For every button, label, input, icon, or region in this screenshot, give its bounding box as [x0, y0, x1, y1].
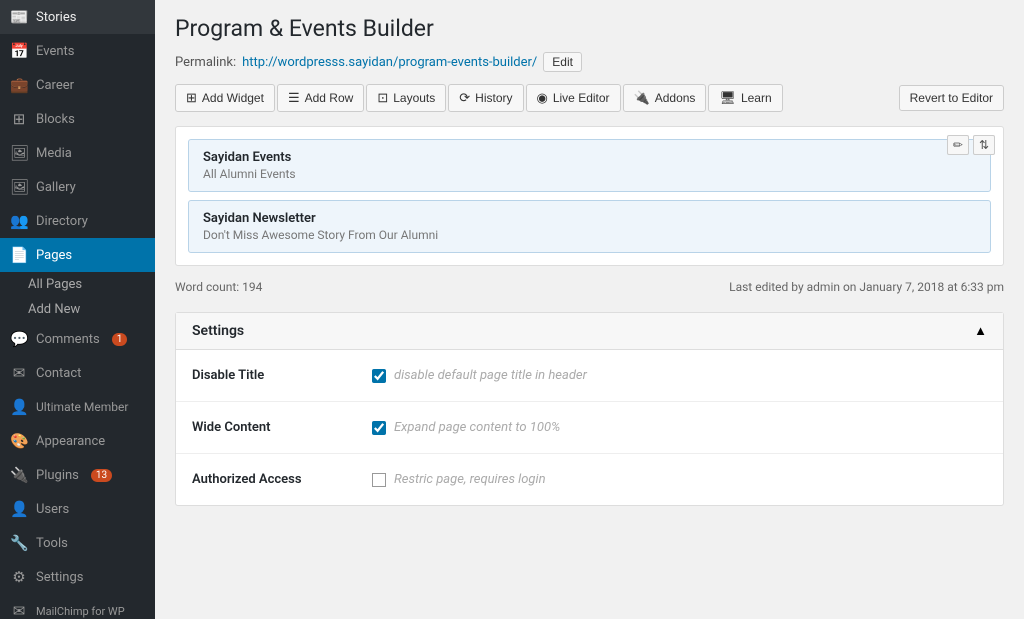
sidebar-item-career[interactable]: 💼 Career: [0, 68, 155, 102]
comments-badge: 1: [112, 333, 128, 346]
builder-area: ✏ ⇅ Sayidan Events All Alumni Events Say…: [175, 126, 1004, 266]
edit-permalink-button[interactable]: Edit: [543, 52, 582, 72]
settings-icon: ⚙: [10, 568, 28, 586]
widget-row-newsletter: Sayidan Newsletter Don't Miss Awesome St…: [188, 200, 991, 253]
last-edited: Last edited by admin on January 7, 2018 …: [729, 280, 1004, 294]
gallery-icon: 🖼: [10, 178, 28, 196]
add-row-button[interactable]: ☰ Add Row: [277, 84, 364, 112]
main-content: Program & Events Builder Permalink: http…: [155, 0, 1024, 619]
sidebar-item-events[interactable]: 📅 Events: [0, 34, 155, 68]
wordcount-bar: Word count: 194 Last edited by admin on …: [175, 276, 1004, 298]
users-icon: 👤: [10, 500, 28, 518]
stories-icon: 📰: [10, 8, 28, 26]
sidebar-item-mailchimp[interactable]: ✉ MailChimp for WP: [0, 594, 155, 619]
sidebar-item-directory[interactable]: 👥 Directory: [0, 204, 155, 238]
live-editor-icon: ◉: [537, 90, 548, 106]
builder-area-controls: ✏ ⇅: [947, 135, 995, 155]
disable-title-text: disable default page title in header: [394, 368, 587, 383]
events-icon: 📅: [10, 42, 28, 60]
history-button[interactable]: ⟳ History: [448, 84, 523, 112]
settings-panel: Settings ▲ Disable Title disable default…: [175, 312, 1004, 506]
sidebar-item-stories[interactable]: 📰 Stories: [0, 0, 155, 34]
edit-icon-button[interactable]: ✏: [947, 135, 969, 155]
sidebar-item-media[interactable]: 🖼 Media: [0, 136, 155, 170]
pages-icon: 📄: [10, 246, 28, 264]
disable-title-checkbox[interactable]: [372, 369, 386, 383]
sidebar-item-tools[interactable]: 🔧 Tools: [0, 526, 155, 560]
settings-control-wide-content: Expand page content to 100%: [372, 420, 560, 435]
appearance-icon: 🎨: [10, 432, 28, 450]
widget-row-events: Sayidan Events All Alumni Events: [188, 139, 991, 192]
authorized-access-checkbox[interactable]: [372, 473, 386, 487]
media-icon: 🖼: [10, 144, 28, 162]
sidebar-sub-add-new[interactable]: Add New: [0, 297, 155, 322]
sidebar-item-comments[interactable]: 💬 Comments 1: [0, 322, 155, 356]
wide-content-checkbox[interactable]: [372, 421, 386, 435]
sidebar-item-gallery[interactable]: 🖼 Gallery: [0, 170, 155, 204]
directory-icon: 👥: [10, 212, 28, 230]
settings-label-authorized-access: Authorized Access: [192, 472, 352, 487]
career-icon: 💼: [10, 76, 28, 94]
settings-control-disable-title: disable default page title in header: [372, 368, 587, 383]
layouts-button[interactable]: ⊡ Layouts: [366, 84, 446, 112]
settings-row-disable-title: Disable Title disable default page title…: [176, 350, 1003, 402]
settings-row-wide-content: Wide Content Expand page content to 100%: [176, 402, 1003, 454]
sidebar-sub-all-pages[interactable]: All Pages: [0, 272, 155, 297]
sidebar-item-appearance[interactable]: 🎨 Appearance: [0, 424, 155, 458]
sidebar: 📰 Stories 📅 Events 💼 Career ⊞ Blocks 🖼 M…: [0, 0, 155, 619]
revert-to-editor-button[interactable]: Revert to Editor: [899, 85, 1004, 111]
sidebar-item-ultimate-member[interactable]: 👤 Ultimate Member: [0, 390, 155, 424]
widget-title-events: Sayidan Events: [203, 150, 976, 165]
sidebar-item-pages[interactable]: 📄 Pages: [0, 238, 155, 272]
settings-title: Settings: [192, 323, 244, 339]
permalink-label: Permalink:: [175, 55, 236, 70]
builder-toolbar: ⊞ Add Widget ☰ Add Row ⊡ Layouts ⟳ Histo…: [175, 84, 1004, 112]
permalink-url[interactable]: http://wordpresss.sayidan/program-events…: [242, 55, 537, 70]
widget-subtitle-events: All Alumni Events: [203, 167, 976, 181]
widget-title-newsletter: Sayidan Newsletter: [203, 211, 976, 226]
add-row-icon: ☰: [288, 90, 300, 106]
sort-icon-button[interactable]: ⇅: [973, 135, 995, 155]
comments-icon: 💬: [10, 330, 28, 348]
page-title: Program & Events Builder: [175, 15, 1004, 42]
sidebar-item-plugins[interactable]: 🔌 Plugins 13: [0, 458, 155, 492]
contact-icon: ✉: [10, 364, 28, 382]
wordcount: Word count: 194: [175, 280, 262, 294]
live-editor-button[interactable]: ◉ Live Editor: [526, 84, 621, 112]
history-icon: ⟳: [459, 90, 470, 106]
mailchimp-icon: ✉: [10, 602, 28, 619]
settings-control-authorized-access: Restric page, requires login: [372, 472, 546, 487]
sidebar-item-blocks[interactable]: ⊞ Blocks: [0, 102, 155, 136]
layouts-icon: ⊡: [377, 90, 388, 106]
learn-icon: 🖥: [719, 90, 736, 106]
settings-row-authorized-access: Authorized Access Restric page, requires…: [176, 454, 1003, 505]
settings-label-wide-content: Wide Content: [192, 420, 352, 435]
widget-subtitle-newsletter: Don't Miss Awesome Story From Our Alumni: [203, 228, 976, 242]
wide-content-text: Expand page content to 100%: [394, 420, 560, 435]
sidebar-item-settings[interactable]: ⚙ Settings: [0, 560, 155, 594]
plugins-icon: 🔌: [10, 466, 28, 484]
addons-icon: 🔌: [634, 90, 650, 106]
sidebar-item-users[interactable]: 👤 Users: [0, 492, 155, 526]
settings-collapse-icon: ▲: [974, 323, 987, 339]
add-widget-icon: ⊞: [186, 90, 197, 106]
blocks-icon: ⊞: [10, 110, 28, 128]
authorized-access-text: Restric page, requires login: [394, 472, 546, 487]
addons-button[interactable]: 🔌 Addons: [623, 84, 707, 112]
tools-icon: 🔧: [10, 534, 28, 552]
ultimate-member-icon: 👤: [10, 398, 28, 416]
add-widget-button[interactable]: ⊞ Add Widget: [175, 84, 275, 112]
settings-body: Disable Title disable default page title…: [176, 350, 1003, 505]
sidebar-item-contact[interactable]: ✉ Contact: [0, 356, 155, 390]
permalink-bar: Permalink: http://wordpresss.sayidan/pro…: [175, 52, 1004, 72]
plugins-badge: 13: [91, 469, 112, 482]
settings-panel-header[interactable]: Settings ▲: [176, 313, 1003, 350]
settings-label-disable-title: Disable Title: [192, 368, 352, 383]
learn-button[interactable]: 🖥 Learn: [708, 84, 782, 112]
